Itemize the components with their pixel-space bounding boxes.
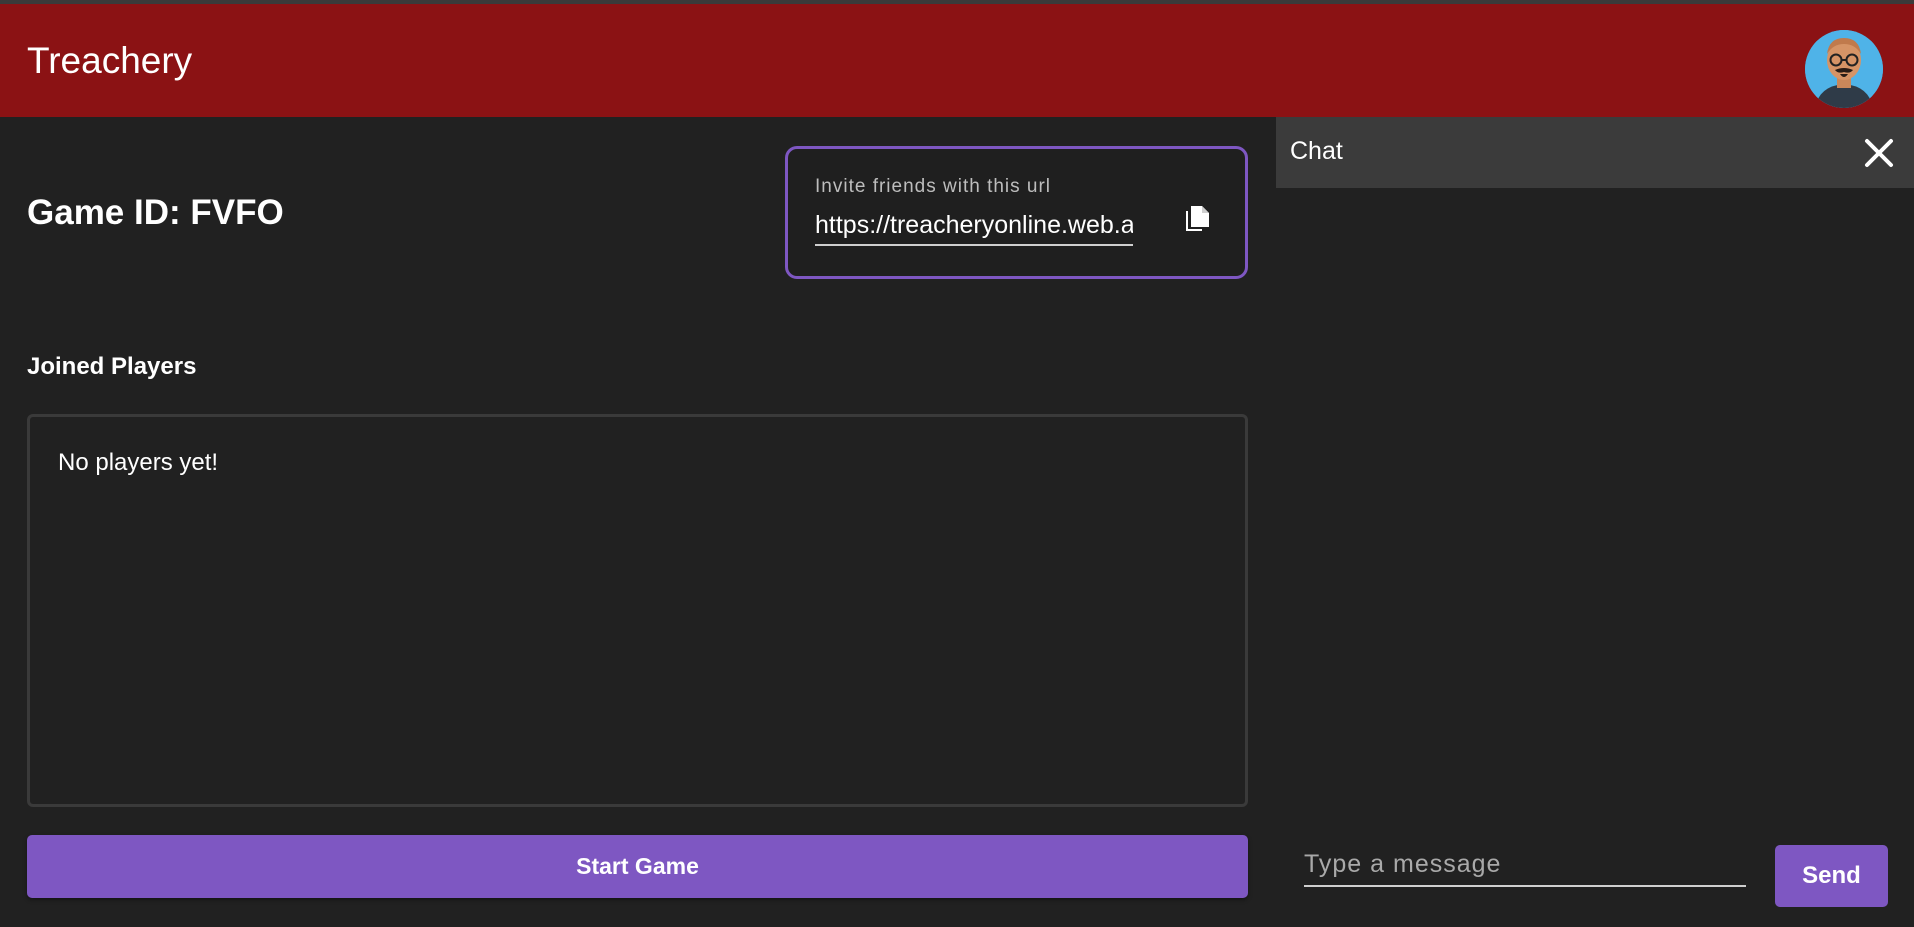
chat-panel: Chat Send xyxy=(1276,117,1914,927)
chat-header: Chat xyxy=(1276,117,1914,188)
app-bar: Treachery xyxy=(0,4,1914,117)
invite-url-field[interactable] xyxy=(815,206,1133,246)
chat-title: Chat xyxy=(1290,137,1343,165)
close-icon xyxy=(1865,139,1893,167)
invite-url-box: Invite friends with this url xyxy=(785,146,1248,279)
start-game-button[interactable]: Start Game xyxy=(27,835,1248,898)
avatar-icon xyxy=(1805,30,1883,108)
joined-players-heading: Joined Players xyxy=(27,353,197,380)
copy-icon xyxy=(1186,206,1209,231)
chat-close-button[interactable] xyxy=(1862,136,1896,170)
game-id-title: Game ID: FVFO xyxy=(27,193,284,232)
invite-url-label: Invite friends with this url xyxy=(815,176,1052,197)
chat-message-input[interactable] xyxy=(1304,844,1746,887)
send-message-button[interactable]: Send xyxy=(1775,845,1888,907)
lobby-panel: Game ID: FVFO Invite friends with this u… xyxy=(0,117,1276,927)
app-title: Treachery xyxy=(27,40,193,81)
players-empty-text: No players yet! xyxy=(58,449,219,476)
user-avatar[interactable] xyxy=(1805,30,1883,108)
players-list: No players yet! xyxy=(27,414,1248,807)
copy-url-button[interactable] xyxy=(1180,201,1216,237)
